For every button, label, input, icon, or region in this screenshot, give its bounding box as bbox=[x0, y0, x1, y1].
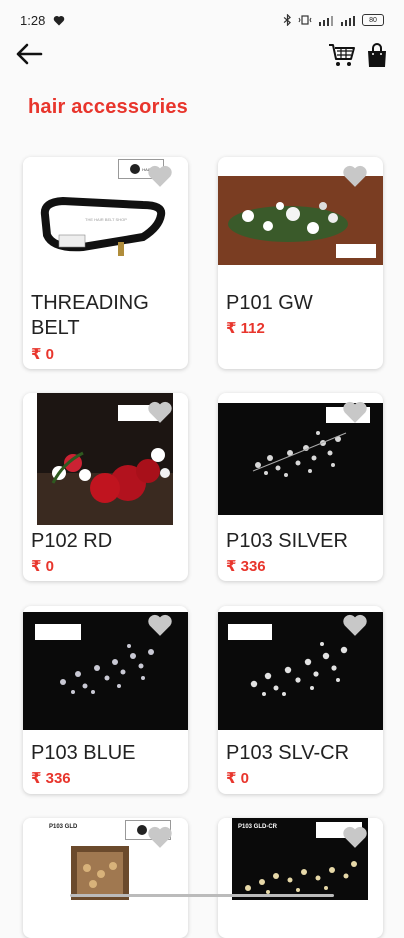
product-name: P101 GW bbox=[226, 292, 313, 314]
product-price: ₹ 0 bbox=[31, 346, 54, 363]
product-price: ₹ 336 bbox=[31, 770, 71, 787]
heart-icon bbox=[148, 614, 172, 636]
product-card[interactable]: P103 GLD HAIR bbox=[23, 818, 188, 938]
home-indicator bbox=[70, 894, 334, 897]
wishlist-button[interactable] bbox=[342, 400, 368, 424]
product-price: ₹ 0 bbox=[31, 558, 54, 575]
wishlist-button[interactable] bbox=[147, 164, 173, 188]
heart-icon bbox=[343, 826, 367, 848]
heart-icon bbox=[148, 165, 172, 187]
product-name: P103 SLV-CR bbox=[226, 742, 350, 764]
wishlist-button[interactable] bbox=[342, 613, 368, 637]
wishlist-button[interactable] bbox=[147, 613, 173, 637]
wishlist-button[interactable] bbox=[147, 400, 173, 424]
wishlist-button[interactable] bbox=[342, 164, 368, 188]
image-label: P103 GLD bbox=[49, 824, 78, 830]
svg-text:THE HAIR BELT SHOP: THE HAIR BELT SHOP bbox=[85, 217, 127, 222]
product-card[interactable]: P102 RD ₹ 0 bbox=[23, 393, 188, 581]
image-label: P103 GLD-CR bbox=[238, 824, 278, 830]
product-image bbox=[218, 176, 383, 265]
product-price: ₹ 336 bbox=[226, 558, 266, 575]
product-price: ₹ 112 bbox=[226, 320, 265, 337]
product-price: ₹ 0 bbox=[226, 770, 249, 787]
heart-icon bbox=[343, 165, 367, 187]
product-name: P103 BLUE bbox=[31, 742, 136, 764]
product-card[interactable]: P103 BLUE ₹ 336 bbox=[23, 606, 188, 794]
product-card[interactable]: P103 SLV-CR ₹ 0 bbox=[218, 606, 383, 794]
product-card[interactable]: P103 GLD-CR bbox=[218, 818, 383, 938]
wishlist-button[interactable] bbox=[342, 825, 368, 849]
product-name: P102 RD bbox=[31, 530, 113, 552]
heart-icon bbox=[148, 401, 172, 423]
product-card[interactable]: P101 GW ₹ 112 bbox=[218, 157, 383, 369]
heart-icon bbox=[148, 826, 172, 848]
product-card[interactable]: P103 SILVER ₹ 336 bbox=[218, 393, 383, 581]
product-grid: THE HAIR BELT SHOP HAIR THREADING BELT ₹… bbox=[0, 0, 404, 938]
wishlist-button[interactable] bbox=[147, 825, 173, 849]
heart-icon bbox=[343, 401, 367, 423]
product-name: P103 SILVER bbox=[226, 530, 348, 552]
heart-icon bbox=[343, 614, 367, 636]
product-name: THREADING BELT bbox=[31, 292, 149, 339]
product-card[interactable]: THE HAIR BELT SHOP HAIR THREADING BELT ₹… bbox=[23, 157, 188, 369]
